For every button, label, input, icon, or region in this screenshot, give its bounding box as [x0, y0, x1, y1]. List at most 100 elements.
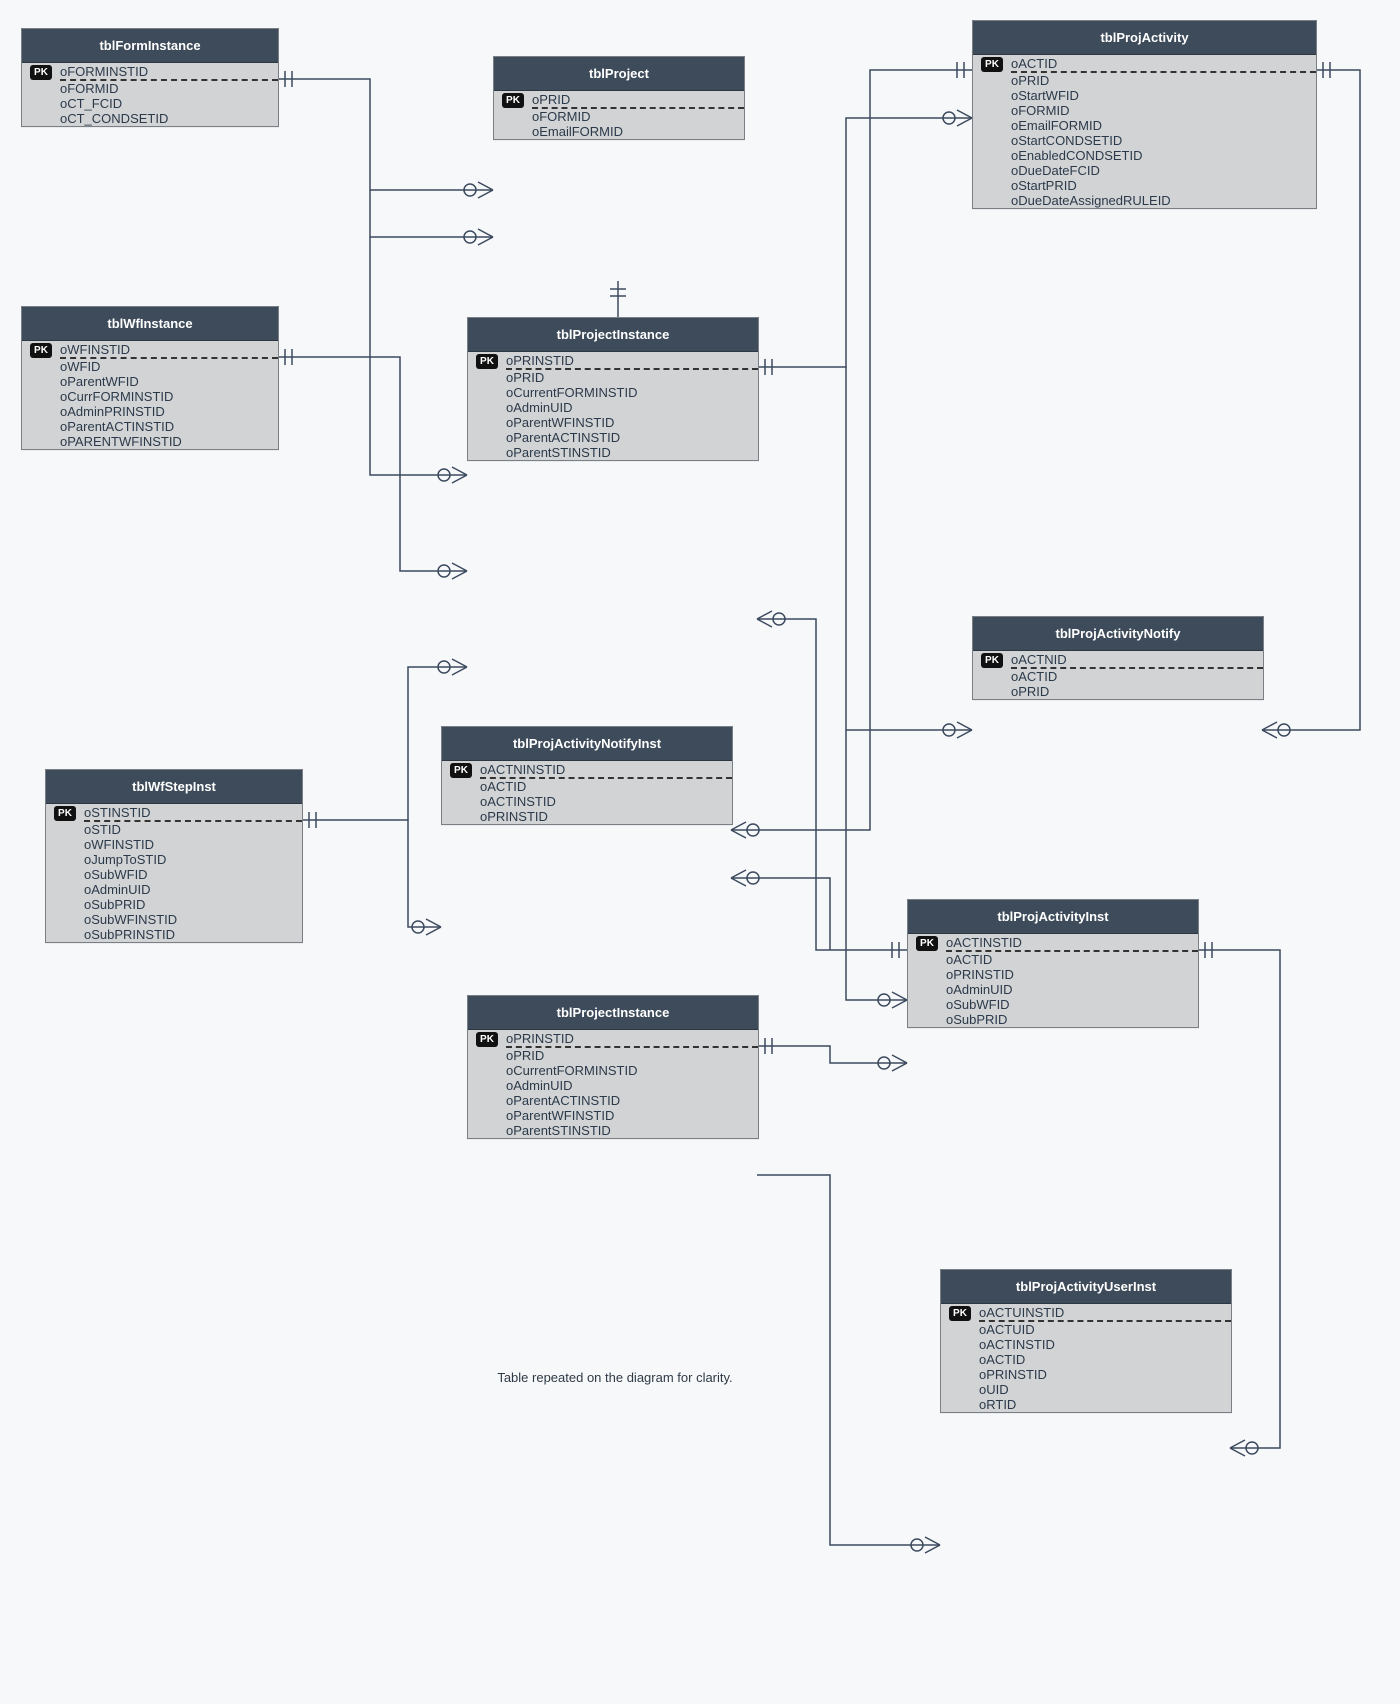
- field-name: oSTID: [84, 822, 302, 837]
- field-name: oWFID: [60, 359, 278, 374]
- pk-field: oACTNINSTID: [480, 761, 732, 778]
- field-name: oEnabledCONDSETID: [1011, 148, 1316, 163]
- diagram-note: Table repeated on the diagram for clarit…: [485, 1370, 745, 1385]
- field-name: oStartPRID: [1011, 178, 1316, 193]
- field-row: oPRID: [973, 684, 1263, 699]
- pk-field: oACTNID: [1011, 651, 1263, 668]
- field-row: oCurrentFORMINSTID: [468, 385, 758, 400]
- pk-row: PKoACTNINSTID: [442, 761, 732, 778]
- field-name: oStartWFID: [1011, 88, 1316, 103]
- field-name: oParentSTINSTID: [506, 445, 758, 460]
- field-row: oFORMID: [973, 103, 1316, 118]
- field-name: oParentWFINSTID: [506, 1108, 758, 1123]
- field-row: oStartPRID: [973, 178, 1316, 193]
- field-row: oACTID: [908, 952, 1198, 967]
- field-name: oACTINSTID: [480, 794, 732, 809]
- field-name: oJumpToSTID: [84, 852, 302, 867]
- field-row: oCurrFORMINSTID: [22, 389, 278, 404]
- field-row: oParentACTINSTID: [468, 1093, 758, 1108]
- pk-badge: PK: [476, 1032, 498, 1047]
- pk-row: PKoWFINSTID: [22, 341, 278, 358]
- field-name: oPRID: [506, 1048, 758, 1063]
- field-row: oParentSTINSTID: [468, 445, 758, 460]
- field-name: oParentWFINSTID: [506, 415, 758, 430]
- pk-badge: PK: [54, 806, 76, 821]
- field-row: oRTID: [941, 1397, 1231, 1412]
- pk-badge: PK: [30, 65, 52, 80]
- table-title: tblProjActivity: [973, 21, 1316, 55]
- field-row: oStartWFID: [973, 88, 1316, 103]
- table-title: tblWfInstance: [22, 307, 278, 341]
- pk-field: oPRINSTID: [506, 352, 758, 369]
- field-row: oUID: [941, 1382, 1231, 1397]
- field-row: oEnabledCONDSETID: [973, 148, 1316, 163]
- field-row: oParentWFID: [22, 374, 278, 389]
- pk-row: PKoACTUINSTID: [941, 1304, 1231, 1321]
- field-name: oACTID: [979, 1352, 1231, 1367]
- field-row: oACTINSTID: [941, 1337, 1231, 1352]
- pk-row: PKoACTNID: [973, 651, 1263, 668]
- field-row: oFORMID: [22, 81, 278, 96]
- table-title: tblProject: [494, 57, 744, 91]
- field-row: oJumpToSTID: [46, 852, 302, 867]
- field-name: oPRINSTID: [480, 809, 732, 824]
- field-row: oPARENTWFINSTID: [22, 434, 278, 449]
- field-row: oPRID: [468, 370, 758, 385]
- field-row: oFORMID: [494, 109, 744, 124]
- field-name: oACTID: [480, 779, 732, 794]
- field-row: oPRINSTID: [442, 809, 732, 824]
- table-wfStepInst: tblWfStepInstPKoSTINSTIDoSTIDoWFINSTIDoJ…: [45, 769, 303, 943]
- table-projectInstance: tblProjectInstancePKoPRINSTIDoPRIDoCurre…: [467, 317, 759, 461]
- field-row: oDueDateFCID: [973, 163, 1316, 178]
- pk-row: PKoPRINSTID: [468, 1030, 758, 1047]
- field-row: oAdminUID: [468, 400, 758, 415]
- field-name: oCurrentFORMINSTID: [506, 385, 758, 400]
- pk-field: oACTUINSTID: [979, 1304, 1231, 1321]
- pk-field: oFORMINSTID: [60, 63, 278, 80]
- pk-field: oACTID: [1011, 55, 1316, 72]
- field-row: oEmailFORMID: [494, 124, 744, 139]
- field-row: oSubWFINSTID: [46, 912, 302, 927]
- field-row: oSTID: [46, 822, 302, 837]
- field-name: oACTINSTID: [979, 1337, 1231, 1352]
- pk-badge: PK: [30, 343, 52, 358]
- table-wfInstance: tblWfInstancePKoWFINSTIDoWFIDoParentWFID…: [21, 306, 279, 450]
- field-name: oAdminUID: [506, 1078, 758, 1093]
- field-name: oFORMID: [532, 109, 744, 124]
- table-formInstance: tblFormInstancePKoFORMINSTIDoFORMIDoCT_F…: [21, 28, 279, 127]
- field-row: oACTID: [442, 779, 732, 794]
- field-name: oFORMID: [1011, 103, 1316, 118]
- table-title: tblProjectInstance: [468, 996, 758, 1030]
- field-row: oSubPRID: [46, 897, 302, 912]
- pk-row: PK oFORMINSTID: [22, 63, 278, 80]
- field-name: oAdminUID: [506, 400, 758, 415]
- field-name: oSubPRID: [84, 897, 302, 912]
- field-name: oCurrentFORMINSTID: [506, 1063, 758, 1078]
- field-row: oAdminUID: [468, 1078, 758, 1093]
- field-name: oPRID: [506, 370, 758, 385]
- field-name: oParentACTINSTID: [506, 430, 758, 445]
- field-name: oPRINSTID: [979, 1367, 1231, 1382]
- field-row: oParentACTINSTID: [22, 419, 278, 434]
- field-row: oACTUID: [941, 1322, 1231, 1337]
- field-name: oFORMID: [60, 81, 278, 96]
- field-name: oRTID: [979, 1397, 1231, 1412]
- field-row: oWFID: [22, 359, 278, 374]
- field-name: oACTID: [946, 952, 1198, 967]
- field-row: oPRID: [973, 73, 1316, 88]
- field-name: oACTID: [1011, 669, 1263, 684]
- field-name: oPRID: [1011, 684, 1263, 699]
- field-name: oACTUID: [979, 1322, 1231, 1337]
- field-row: oPRID: [468, 1048, 758, 1063]
- field-name: oSubWFINSTID: [84, 912, 302, 927]
- field-name: oParentWFID: [60, 374, 278, 389]
- field-row: oPRINSTID: [941, 1367, 1231, 1382]
- field-name: oDueDateFCID: [1011, 163, 1316, 178]
- pk-row: PKoPRID: [494, 91, 744, 108]
- pk-badge: PK: [476, 354, 498, 369]
- pk-badge: PK: [981, 57, 1003, 72]
- table-title: tblProjActivityInst: [908, 900, 1198, 934]
- field-name: oParentACTINSTID: [506, 1093, 758, 1108]
- pk-row: PK oPRINSTID: [468, 352, 758, 369]
- field-name: oPRID: [1011, 73, 1316, 88]
